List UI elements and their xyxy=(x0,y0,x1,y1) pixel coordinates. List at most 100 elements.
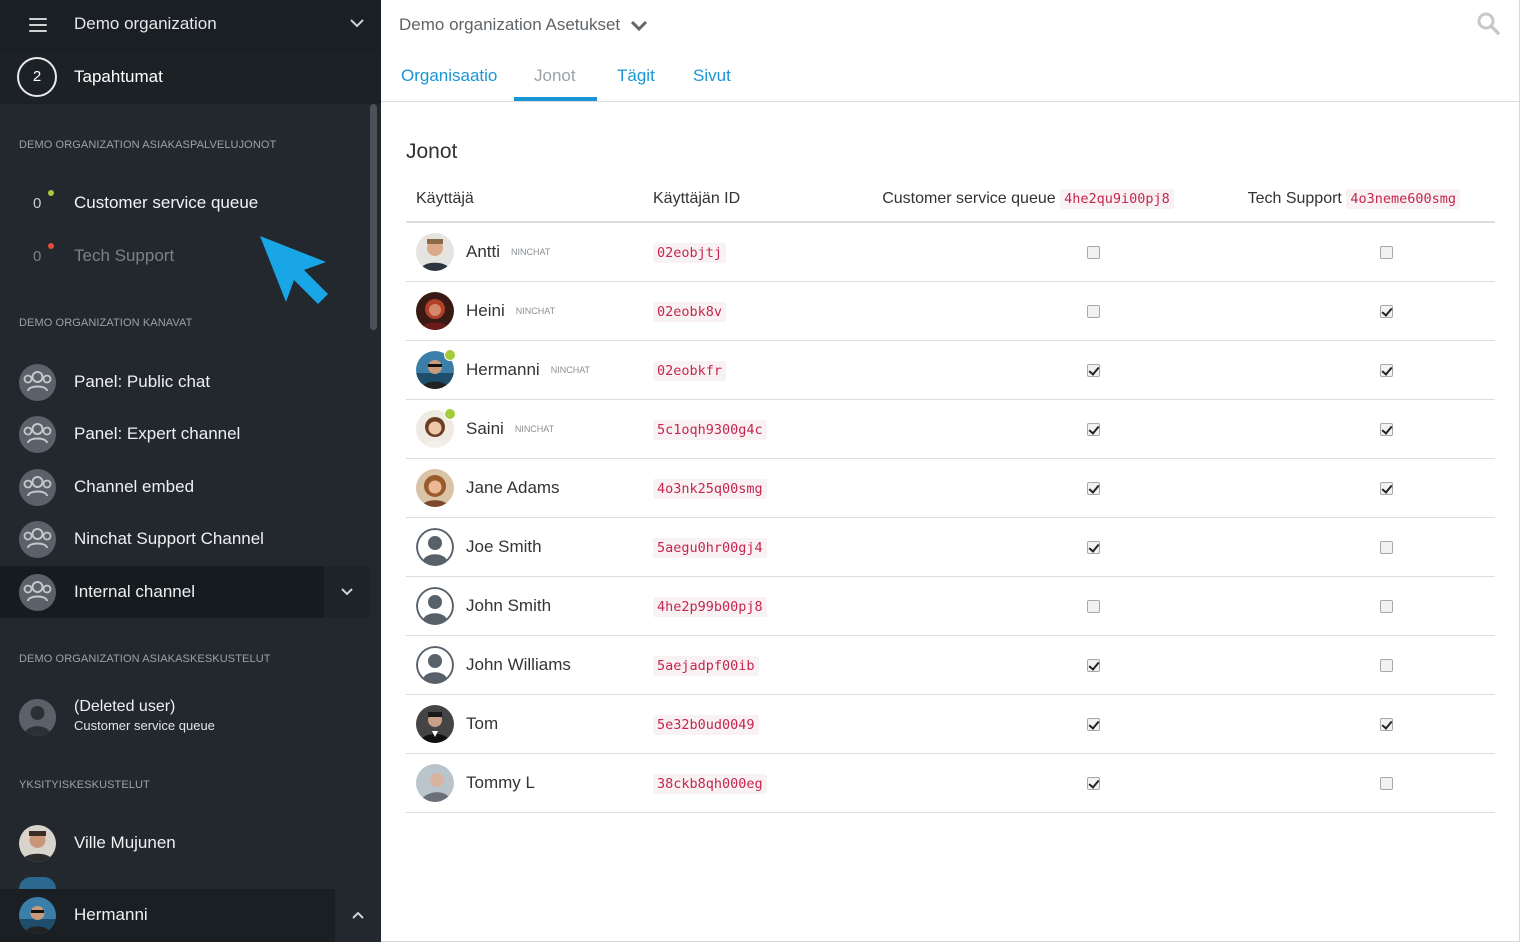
user-id-cell: 5aejadpf00ib xyxy=(643,635,847,695)
user-cell: Tommy L xyxy=(406,753,643,813)
channel-item[interactable]: Ninchat Support Channel xyxy=(0,513,370,565)
org-switcher[interactable]: Demo organization xyxy=(0,0,381,51)
hamburger-menu-icon[interactable] xyxy=(29,18,47,32)
partial-avatar xyxy=(19,877,56,889)
conversations-section-title: DEMO ORGANIZATION ASIAKASKESKUSTELUT xyxy=(19,653,271,665)
user-id: 5c1oqh9300g4c xyxy=(653,419,767,440)
chevron-down-icon[interactable] xyxy=(350,18,364,28)
group-icon xyxy=(19,364,56,401)
user-name: Tom xyxy=(466,713,499,733)
table-row: Saini NINCHAT 5c1oqh9300g4c xyxy=(406,399,1495,459)
chevron-down-icon[interactable] xyxy=(630,19,648,32)
user-avatar-icon xyxy=(19,699,56,736)
queue-membership-checkbox[interactable] xyxy=(1379,422,1393,436)
conversation-item[interactable]: (Deleted user) Customer service queue xyxy=(0,690,370,746)
queue-membership-checkbox[interactable] xyxy=(1086,776,1100,790)
events-item[interactable]: 2 Tapahtumat xyxy=(0,51,381,104)
user-id: 5aejadpf00ib xyxy=(653,655,759,676)
channel-item[interactable]: Panel: Public chat xyxy=(0,356,370,408)
pointer-cursor-icon xyxy=(260,236,328,304)
table-header-row: Käyttäjä Käyttäjän ID Customer service q… xyxy=(406,176,1495,223)
queue-membership-checkbox[interactable] xyxy=(1379,540,1393,554)
queue-membership-checkbox[interactable] xyxy=(1379,363,1393,377)
queues-section-title: DEMO ORGANIZATION ASIAKASPALVELUJONOT xyxy=(19,139,277,151)
queue-membership-checkbox[interactable] xyxy=(1086,304,1100,318)
channel-expand-button[interactable] xyxy=(324,566,370,618)
user-cell: John Williams xyxy=(406,635,643,695)
queue-membership-checkbox[interactable] xyxy=(1086,481,1100,495)
events-count-badge: 2 xyxy=(17,57,57,97)
channel-item-active[interactable]: Internal channel xyxy=(0,566,370,618)
user-name: Joe Smith xyxy=(466,536,542,556)
queue-membership-checkbox[interactable] xyxy=(1086,363,1100,377)
queue1-cell xyxy=(847,222,1209,282)
queue-membership-checkbox[interactable] xyxy=(1379,304,1393,318)
table-row: Hermanni NINCHAT 02eobkfr xyxy=(406,340,1495,400)
user-avatar xyxy=(416,763,454,802)
user-name: John Williams xyxy=(466,654,571,674)
queue-membership-checkbox[interactable] xyxy=(1379,245,1393,259)
queue2-cell xyxy=(1209,753,1495,813)
queue-membership-checkbox[interactable] xyxy=(1379,599,1393,613)
table-row: Antti NINCHAT 02eobjtj xyxy=(406,222,1495,282)
user-id-cell: 5c1oqh9300g4c xyxy=(643,399,847,459)
queue1-cell xyxy=(847,576,1209,636)
search-icon[interactable] xyxy=(1476,11,1500,35)
private-conversation-item[interactable]: Ville Mujunen xyxy=(0,818,370,870)
queue2-cell xyxy=(1209,458,1495,518)
queue-name: Tech Support xyxy=(74,246,175,265)
user-avatar xyxy=(19,825,56,862)
queue-membership-checkbox[interactable] xyxy=(1086,599,1100,613)
queue-membership-checkbox[interactable] xyxy=(1086,717,1100,731)
user-avatar xyxy=(416,645,454,684)
queue-membership-checkbox[interactable] xyxy=(1379,776,1393,790)
user-id-cell: 38ckb8qh000eg xyxy=(643,753,847,813)
private-section-title: YKSITYISKESKUSTELUT xyxy=(19,779,150,791)
tab-organisaatio[interactable]: Organisaatio xyxy=(401,66,497,86)
user-id: 38ckb8qh000eg xyxy=(653,773,767,794)
queue-membership-checkbox[interactable] xyxy=(1379,481,1393,495)
queue1-cell xyxy=(847,635,1209,695)
user-id-cell: 02eobk8v xyxy=(643,281,847,341)
conversation-queue: Customer service queue xyxy=(74,718,215,733)
user-id-cell: 4o3nk25q00smg xyxy=(643,458,847,518)
queue-membership-checkbox[interactable] xyxy=(1379,717,1393,731)
user-cell: Tom xyxy=(406,694,643,754)
queue-membership-checkbox[interactable] xyxy=(1086,422,1100,436)
queue-count: 0 xyxy=(33,195,42,212)
queue-membership-checkbox[interactable] xyxy=(1379,658,1393,672)
current-user-bar[interactable]: Hermanni xyxy=(0,889,381,942)
queue-membership-checkbox[interactable] xyxy=(1086,658,1100,672)
channel-name: Channel embed xyxy=(74,477,195,496)
queue1-cell xyxy=(847,694,1209,754)
channel-item[interactable]: Channel embed xyxy=(0,461,370,513)
user-avatar xyxy=(416,291,454,330)
queue-membership-checkbox[interactable] xyxy=(1086,245,1100,259)
user-badge: NINCHAT xyxy=(550,364,591,375)
user-id-cell: 5e32b0ud0049 xyxy=(643,694,847,754)
queue-item-customer-service[interactable]: 0 Customer service queue xyxy=(0,178,370,228)
channels-section-title: DEMO ORGANIZATION KANAVAT xyxy=(19,317,193,329)
tab-jonot[interactable]: Jonot xyxy=(534,66,576,86)
user-id-cell: 02eobjtj xyxy=(643,222,847,282)
queue2-cell xyxy=(1209,281,1495,341)
user-avatar xyxy=(416,407,456,448)
user-id-cell: 5aegu0hr00gj4 xyxy=(643,517,847,577)
sidebar-scrollbar[interactable] xyxy=(370,104,377,330)
tab-tagit[interactable]: Tägit xyxy=(617,66,655,86)
user-id: 02eobjtj xyxy=(653,242,727,263)
queue-membership-checkbox[interactable] xyxy=(1086,540,1100,554)
channel-item[interactable]: Panel: Expert channel xyxy=(0,408,370,460)
private-user-name: Ville Mujunen xyxy=(74,833,176,852)
group-icon xyxy=(19,521,56,558)
queue-id: 4o3neme600smg xyxy=(1346,188,1460,209)
queue1-cell xyxy=(847,517,1209,577)
user-cell: Joe Smith xyxy=(406,517,643,577)
chevron-down-icon xyxy=(341,588,353,596)
user-id: 02eobkfr xyxy=(653,360,727,381)
user-menu-button[interactable] xyxy=(335,889,381,942)
queue1-cell xyxy=(847,281,1209,341)
tab-sivut[interactable]: Sivut xyxy=(693,66,731,86)
user-id: 4o3nk25q00smg xyxy=(653,478,767,499)
user-cell: Jane Adams xyxy=(406,458,643,518)
